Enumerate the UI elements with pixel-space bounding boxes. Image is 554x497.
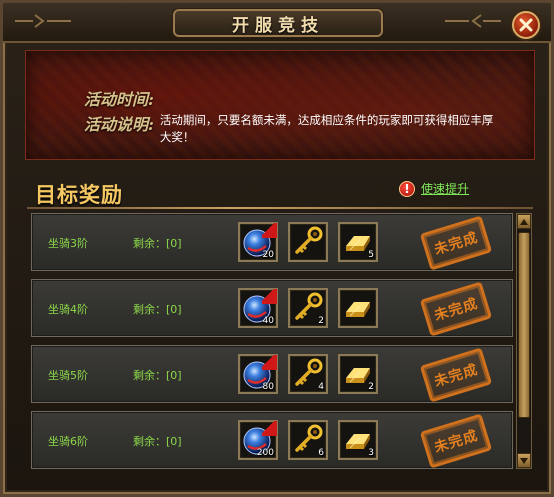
- stamp-label: 未完成: [432, 229, 481, 259]
- reward-slot[interactable]: 3: [338, 420, 378, 460]
- quick-boost-link[interactable]: ! 使速提升: [399, 180, 469, 197]
- row-tier-label: 坐骑5阶: [48, 369, 88, 382]
- reward-slot[interactable]: 6: [288, 420, 328, 460]
- stamp-label: 未完成: [432, 295, 481, 325]
- event-time-row: 活动时间:: [84, 86, 154, 110]
- stamp-label: 未完成: [432, 427, 481, 457]
- reward-slot[interactable]: [338, 288, 378, 328]
- reward-quantity: 5: [368, 250, 374, 260]
- reward-slot[interactable]: 2: [338, 354, 378, 394]
- ornament-icon: [15, 14, 71, 28]
- limited-corner-badge: [262, 223, 277, 238]
- scroll-down-button[interactable]: [517, 453, 531, 468]
- event-desc-row: 活动说明: 活动期间，只要名额未满，达成相应条件的玩家即可获得相应丰厚大奖！: [84, 111, 495, 146]
- quick-boost-label: 使速提升: [421, 182, 470, 196]
- event-desc-text: 活动期间，只要名额未满，达成相应条件的玩家即可获得相应丰厚大奖！: [159, 113, 494, 144]
- reward-slot[interactable]: [288, 222, 328, 262]
- reward-slot[interactable]: 2: [288, 288, 328, 328]
- title-plate: 开服竞技: [173, 9, 383, 37]
- event-time-label: 活动时间:: [84, 90, 154, 109]
- reward-quantity: 2: [368, 382, 374, 392]
- close-icon: [519, 18, 533, 32]
- reward-quantity: 6: [318, 448, 324, 458]
- row-remaining-label: 剩余：[0]: [133, 303, 182, 316]
- reward-quantity: 20: [262, 250, 274, 260]
- alert-icon: !: [399, 180, 415, 197]
- scroll-thumb[interactable]: [518, 232, 530, 418]
- reward-row: 坐骑6阶 剩余：[0] 200 6 3 未完成: [31, 411, 513, 469]
- reward-quantity: 4: [318, 382, 324, 392]
- event-banner: 活动时间: 活动说明: 活动期间，只要名额未满，达成相应条件的玩家即可获得相应丰…: [25, 50, 535, 160]
- title-bar: 开服竞技: [3, 3, 551, 43]
- triangle-down-icon: [520, 457, 528, 464]
- reward-slot[interactable]: 4: [288, 354, 328, 394]
- limited-corner-badge: [262, 421, 277, 436]
- reward-slot[interactable]: 80: [238, 354, 278, 394]
- reward-row: 坐骑4阶 剩余：[0] 40 2 未完成: [31, 279, 513, 337]
- stamp-label: 未完成: [432, 361, 481, 391]
- row-tier-label: 坐骑6阶: [48, 435, 88, 448]
- scrollbar[interactable]: [516, 213, 532, 469]
- reward-quantity: 2: [318, 316, 324, 326]
- scroll-up-button[interactable]: [517, 214, 531, 229]
- row-remaining-label: 剩余：[0]: [133, 435, 182, 448]
- incomplete-stamp: 未完成: [419, 413, 493, 469]
- event-desc-label: 活动说明:: [84, 115, 154, 134]
- section-title: 目标奖励: [35, 182, 123, 207]
- reward-slot[interactable]: 200: [238, 420, 278, 460]
- row-remaining-label: 剩余：[0]: [133, 237, 182, 250]
- reward-slot[interactable]: 20: [238, 222, 278, 262]
- reward-quantity: 80: [262, 382, 274, 392]
- reward-list: 坐骑3阶 剩余：[0] 20 5 未完成 坐骑4阶 剩余：[0] 40 2 未完成 坐骑5阶 剩余：[…: [31, 213, 513, 469]
- limited-corner-badge: [262, 289, 277, 304]
- ornament-icon: [445, 14, 501, 28]
- row-tier-label: 坐骑3阶: [48, 237, 88, 250]
- window-title: 开服竞技: [232, 15, 324, 36]
- reward-row: 坐骑3阶 剩余：[0] 20 5 未完成: [31, 213, 513, 271]
- limited-corner-badge: [262, 355, 277, 370]
- reward-quantity: 200: [256, 448, 274, 458]
- incomplete-stamp: 未完成: [419, 281, 493, 337]
- incomplete-stamp: 未完成: [419, 347, 493, 403]
- reward-quantity: 40: [262, 316, 274, 326]
- close-button[interactable]: [512, 11, 540, 39]
- reward-row: 坐骑5阶 剩余：[0] 80 4 2 未完成: [31, 345, 513, 403]
- incomplete-stamp: 未完成: [419, 215, 493, 271]
- section-divider: [27, 207, 533, 209]
- reward-quantity: 3: [368, 448, 374, 458]
- row-remaining-label: 剩余：[0]: [133, 369, 182, 382]
- row-tier-label: 坐骑4阶: [48, 303, 88, 316]
- event-window: 开服竞技 活动时间: 活动说明: 活动期间，只要名额未满，达成相应条件的玩家即可…: [0, 0, 554, 497]
- triangle-up-icon: [520, 218, 528, 225]
- reward-slot[interactable]: 5: [338, 222, 378, 262]
- reward-slot[interactable]: 40: [238, 288, 278, 328]
